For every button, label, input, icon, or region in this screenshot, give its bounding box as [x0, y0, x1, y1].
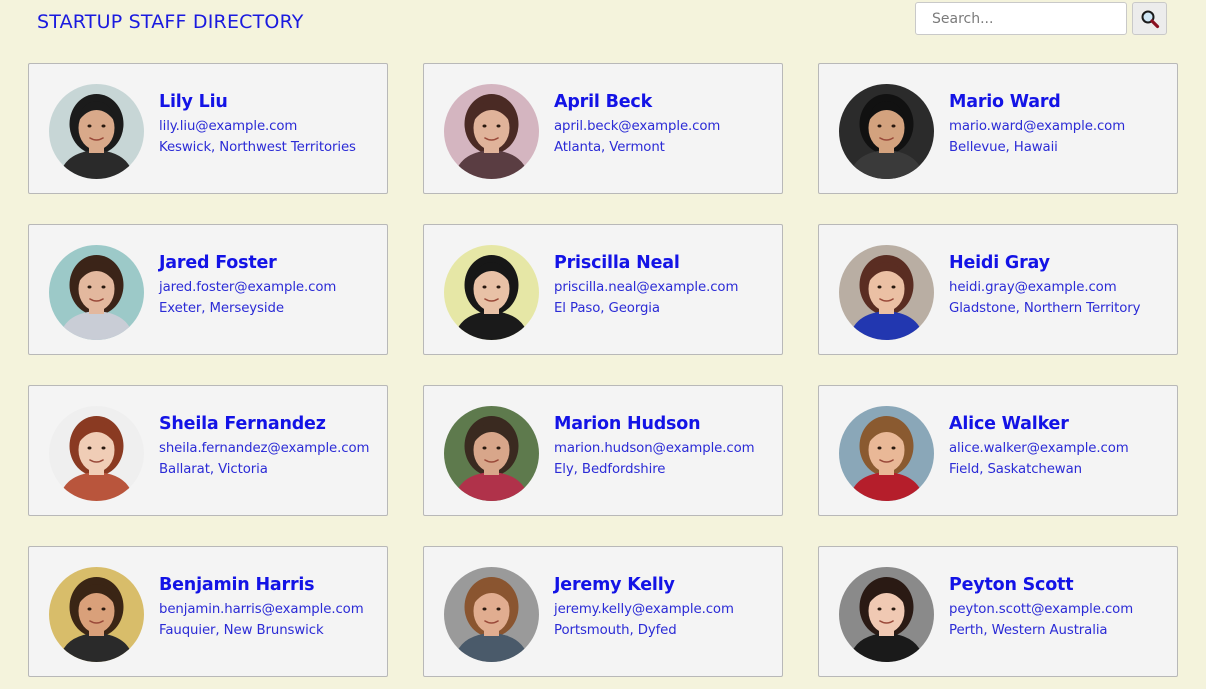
avatar: [49, 567, 144, 662]
employee-location: Fauquier, New Brunswick: [159, 623, 324, 638]
employee-card[interactable]: Mario Ward mario.ward@example.com Bellevue…: [818, 63, 1178, 194]
avatar: [444, 84, 539, 179]
employee-location: El Paso, Georgia: [554, 301, 660, 316]
avatar: [444, 406, 539, 501]
avatar: [839, 245, 934, 340]
avatar: [444, 567, 539, 662]
employee-email[interactable]: heidi.gray@example.com: [949, 280, 1140, 295]
employee-card[interactable]: Jared Foster jared.foster@example.com Exet…: [28, 224, 388, 355]
avatar: [49, 84, 144, 179]
employee-email[interactable]: benjamin.harris@example.com: [159, 602, 364, 617]
avatar: [49, 245, 144, 340]
employee-card[interactable]: Lily Liu lily.liu@example.com Keswick, Nor…: [28, 63, 388, 194]
employee-card[interactable]: Peyton Scott peyton.scott@example.com Pert…: [818, 546, 1178, 677]
employee-info: Mario Ward mario.ward@example.com Bellevue…: [949, 92, 1125, 155]
avatar: [839, 567, 934, 662]
employee-email[interactable]: lily.liu@example.com: [159, 119, 356, 134]
employee-name[interactable]: Lily Liu: [159, 92, 356, 112]
employee-name[interactable]: Marion Hudson: [554, 414, 755, 434]
employee-info: Benjamin Harris benjamin.harris@example.c…: [159, 575, 364, 638]
employee-email[interactable]: peyton.scott@example.com: [949, 602, 1133, 617]
employee-email[interactable]: mario.ward@example.com: [949, 119, 1125, 134]
employee-name[interactable]: Heidi Gray: [949, 253, 1140, 273]
employee-card[interactable]: Heidi Gray heidi.gray@example.com Gladston…: [818, 224, 1178, 355]
avatar: [839, 406, 934, 501]
employee-location: Perth, Western Australia: [949, 623, 1108, 638]
employee-card[interactable]: Alice Walker alice.walker@example.com Fiel…: [818, 385, 1178, 516]
employee-location: Ballarat, Victoria: [159, 462, 268, 477]
avatar: [444, 245, 539, 340]
employee-location: Keswick, Northwest Territories: [159, 140, 356, 155]
employee-name[interactable]: Jeremy Kelly: [554, 575, 734, 595]
employee-location: Atlanta, Vermont: [554, 140, 665, 155]
employee-info: Lily Liu lily.liu@example.com Keswick, Nor…: [159, 92, 356, 155]
employee-email[interactable]: sheila.fernandez@example.com: [159, 441, 369, 456]
employee-email[interactable]: alice.walker@example.com: [949, 441, 1129, 456]
employee-name[interactable]: Sheila Fernandez: [159, 414, 369, 434]
employee-email[interactable]: april.beck@example.com: [554, 119, 720, 134]
employee-email[interactable]: priscilla.neal@example.com: [554, 280, 738, 295]
employee-info: Jared Foster jared.foster@example.com Exet…: [159, 253, 336, 316]
employee-location: Portsmouth, Dyfed: [554, 623, 677, 638]
employee-name[interactable]: April Beck: [554, 92, 720, 112]
employee-location: Ely, Bedfordshire: [554, 462, 666, 477]
employee-info: Alice Walker alice.walker@example.com Fiel…: [949, 414, 1129, 477]
employee-info: Peyton Scott peyton.scott@example.com Pert…: [949, 575, 1133, 638]
employee-location: Field, Saskatchewan: [949, 462, 1082, 477]
employee-location: Gladstone, Northern Territory: [949, 301, 1141, 316]
employee-card[interactable]: Priscilla Neal priscilla.neal@example.com…: [423, 224, 783, 355]
employee-name[interactable]: Benjamin Harris: [159, 575, 364, 595]
employee-grid: Lily Liu lily.liu@example.com Keswick, Nor…: [0, 0, 1206, 689]
employee-name[interactable]: Priscilla Neal: [554, 253, 738, 273]
avatar: [49, 406, 144, 501]
employee-card[interactable]: April Beck april.beck@example.com Atlanta,…: [423, 63, 783, 194]
employee-card[interactable]: Benjamin Harris benjamin.harris@example.c…: [28, 546, 388, 677]
employee-card[interactable]: Jeremy Kelly jeremy.kelly@example.com Port…: [423, 546, 783, 677]
employee-info: Priscilla Neal priscilla.neal@example.com…: [554, 253, 738, 316]
employee-name[interactable]: Peyton Scott: [949, 575, 1133, 595]
employee-name[interactable]: Jared Foster: [159, 253, 336, 273]
employee-email[interactable]: jeremy.kelly@example.com: [554, 602, 734, 617]
avatar: [839, 84, 934, 179]
employee-name[interactable]: Alice Walker: [949, 414, 1129, 434]
employee-card[interactable]: Sheila Fernandez sheila.fernandez@example…: [28, 385, 388, 516]
employee-location: Bellevue, Hawaii: [949, 140, 1058, 155]
employee-card[interactable]: Marion Hudson marion.hudson@example.com El…: [423, 385, 783, 516]
employee-info: Marion Hudson marion.hudson@example.com El…: [554, 414, 755, 477]
employee-email[interactable]: jared.foster@example.com: [159, 280, 336, 295]
employee-info: Jeremy Kelly jeremy.kelly@example.com Port…: [554, 575, 734, 638]
employee-email[interactable]: marion.hudson@example.com: [554, 441, 755, 456]
employee-name[interactable]: Mario Ward: [949, 92, 1125, 112]
employee-location: Exeter, Merseyside: [159, 301, 284, 316]
employee-info: Heidi Gray heidi.gray@example.com Gladston…: [949, 253, 1141, 316]
employee-info: April Beck april.beck@example.com Atlanta,…: [554, 92, 720, 155]
employee-info: Sheila Fernandez sheila.fernandez@example…: [159, 414, 369, 477]
